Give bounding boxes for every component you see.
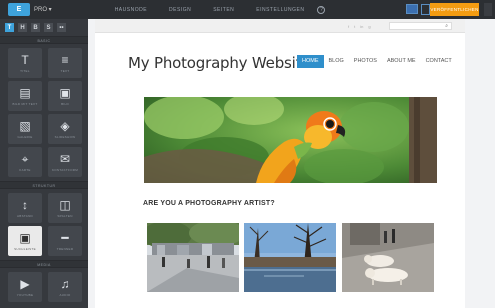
- menu-icon[interactable]: [484, 3, 492, 16]
- section-headline[interactable]: ARE YOU A PHOTOGRAPHY ARTIST?: [143, 200, 275, 207]
- publish-button[interactable]: VERÖFFENTLICHEN: [430, 3, 479, 16]
- element-contact-form[interactable]: ✉ KONTAKTFORM: [48, 147, 82, 177]
- nav-item[interactable]: SEITEN: [202, 7, 245, 13]
- tab-store[interactable]: S: [44, 23, 53, 32]
- element-search[interactable]: ▣ SUCHLEISTE: [8, 226, 42, 256]
- map-icon: ⌖: [21, 151, 29, 166]
- tile-label: AUDIO: [59, 292, 71, 297]
- city-square-photo: [147, 223, 239, 292]
- site-title[interactable]: My Photography Website: [128, 54, 311, 72]
- slideshow-icon: ◈: [60, 118, 70, 133]
- site-nav: HOME BLOG PHOTOS ABOUT ME CONTACT: [297, 55, 457, 68]
- gallery-icon: ▧: [19, 118, 31, 133]
- tile-label: TRENNER: [56, 246, 74, 251]
- lake-trees-photo: [244, 223, 336, 292]
- tile-label: YOUTUBE: [16, 292, 34, 297]
- nav-about[interactable]: ABOUT ME: [382, 55, 421, 68]
- nav-blog[interactable]: BLOG: [324, 55, 349, 68]
- element-map[interactable]: ⌖ KARTE: [8, 147, 42, 177]
- element-spacer[interactable]: ↕ ABSTAND: [8, 193, 42, 223]
- divider-icon: ━: [61, 230, 69, 245]
- search-icon: ⌕: [445, 23, 448, 29]
- section-title: STRUKTUR: [0, 181, 88, 189]
- app-logo[interactable]: E: [8, 3, 30, 16]
- tab-text[interactable]: T: [5, 23, 14, 32]
- tab-header[interactable]: H: [18, 23, 27, 32]
- tab-blocks[interactable]: B: [31, 23, 40, 32]
- image-icon: ▣: [59, 85, 71, 100]
- text-icon: ≡: [61, 52, 69, 67]
- linkedin-icon[interactable]: in: [360, 24, 363, 29]
- element-audio[interactable]: ♫ AUDIO: [48, 272, 82, 302]
- element-video[interactable]: ▶ YOUTUBE: [8, 272, 42, 302]
- twitter-icon[interactable]: t: [354, 24, 355, 29]
- section-title: BASIC: [0, 36, 88, 44]
- audio-icon: ♫: [60, 276, 70, 291]
- plan-selector[interactable]: PRO ▾: [34, 6, 52, 13]
- section-title: MEDIA: [0, 260, 88, 268]
- tile-label: SLIDESHOW: [54, 134, 76, 139]
- desktop-icon[interactable]: [406, 4, 418, 14]
- tile-label: BILD MIT TEXT: [12, 101, 38, 106]
- site-topbar: f t in g ⌕: [95, 19, 465, 33]
- hero-image[interactable]: [144, 97, 437, 183]
- tile-label: ABSTAND: [16, 213, 34, 218]
- tile-label: SPALTEN: [57, 213, 73, 218]
- tile-label: TEXT: [60, 68, 70, 73]
- social-links: f t in g: [348, 24, 371, 29]
- tab-more[interactable]: ••: [57, 23, 66, 32]
- image-text-icon: ▤: [19, 85, 31, 100]
- tile-label: GALERIE: [17, 134, 33, 139]
- element-image-text[interactable]: ▤ BILD MIT TEXT: [8, 81, 42, 111]
- search-bar-icon: ▣: [19, 230, 31, 245]
- nav-contact[interactable]: CONTACT: [421, 55, 457, 68]
- element-title[interactable]: T TITEL: [8, 48, 42, 78]
- tile-label: TITEL: [20, 68, 30, 73]
- photo-thumbnail-1[interactable]: [147, 223, 239, 292]
- parrot-photo: [144, 97, 437, 183]
- spacer-icon: ↕: [22, 197, 28, 212]
- mobile-icon[interactable]: [421, 4, 430, 15]
- columns-icon: ◫: [59, 197, 71, 212]
- title-icon: T: [21, 52, 29, 67]
- google-icon[interactable]: g: [368, 24, 370, 29]
- photo-thumbnail-3[interactable]: [342, 223, 434, 292]
- nav-item[interactable]: DESIGN: [158, 7, 202, 13]
- element-slideshow[interactable]: ◈ SLIDESHOW: [48, 114, 82, 144]
- facebook-icon[interactable]: f: [348, 24, 349, 29]
- nav-item[interactable]: HAUSNODE: [104, 7, 158, 13]
- element-text[interactable]: ≡ TEXT: [48, 48, 82, 78]
- video-icon: ▶: [20, 276, 30, 291]
- device-switcher: [406, 4, 430, 15]
- dogs-street-photo: [342, 223, 434, 292]
- tile-label: KONTAKTFORM: [51, 167, 79, 172]
- site-search-input[interactable]: ⌕: [389, 22, 452, 30]
- tile-label: KARTE: [19, 167, 31, 172]
- element-columns[interactable]: ◫ SPALTEN: [48, 193, 82, 223]
- nav-photos[interactable]: PHOTOS: [349, 55, 382, 68]
- sidebar-tabs: T H B S ••: [0, 19, 88, 36]
- element-divider[interactable]: ━ TRENNER: [48, 226, 82, 256]
- help-icon[interactable]: ?: [317, 5, 326, 14]
- element-gallery[interactable]: ▧ GALERIE: [8, 114, 42, 144]
- editor-nav: HAUSNODE DESIGN SEITEN EINSTELLUNGEN: [104, 7, 316, 13]
- tile-label: BILD: [61, 101, 69, 106]
- nav-home[interactable]: HOME: [297, 55, 324, 68]
- photo-thumbnail-2[interactable]: [244, 223, 336, 292]
- tile-label: SUCHLEISTE: [14, 246, 36, 251]
- contact-form-icon: ✉: [59, 151, 71, 166]
- element-image[interactable]: ▣ BILD: [48, 81, 82, 111]
- elements-sidebar: T H B S •• BASIC T TITEL ≡ TEXT ▤ BILD MIT …: [0, 19, 88, 308]
- nav-item[interactable]: EINSTELLUNGEN: [245, 7, 315, 13]
